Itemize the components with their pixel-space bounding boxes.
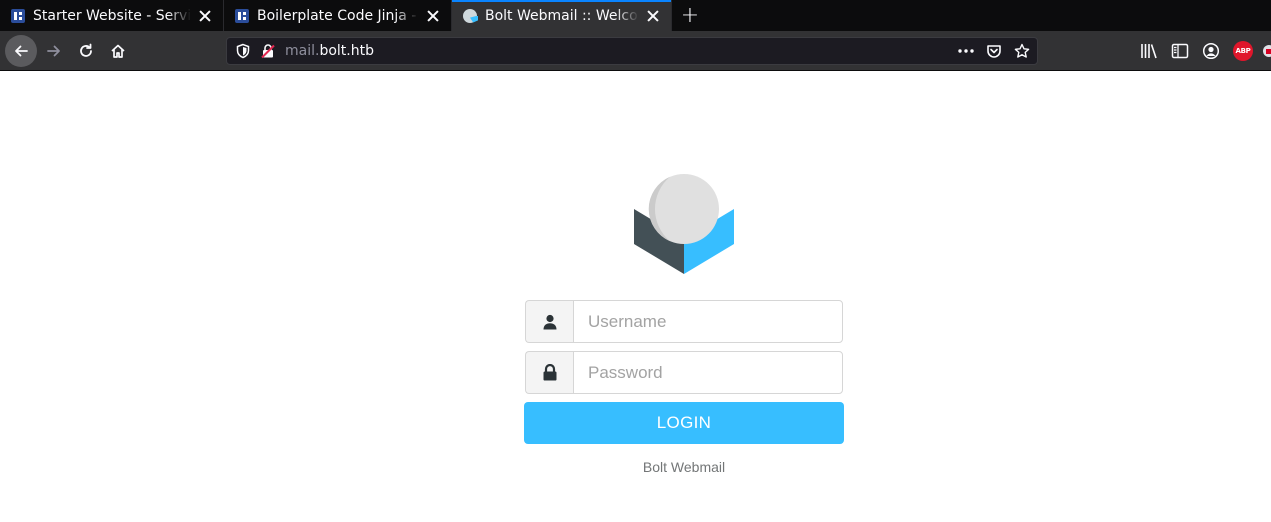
password-input[interactable]: [573, 351, 843, 394]
close-icon[interactable]: [645, 8, 661, 24]
tab-title: Bolt Webmail :: Welcome to Bolt Webmail: [485, 7, 639, 24]
pocket-icon[interactable]: [986, 43, 1002, 59]
close-icon[interactable]: [197, 8, 213, 24]
page-actions-menu-icon[interactable]: [957, 43, 975, 59]
tab-boilerplate-code[interactable]: Boilerplate Code Jinja - Server Side Tem…: [224, 0, 452, 31]
sidebar-icon[interactable]: [1171, 42, 1189, 60]
tab-bolt-webmail[interactable]: Bolt Webmail :: Welcome to Bolt Webmail: [452, 0, 672, 31]
webmail-login-page: LOGIN Bolt Webmail: [0, 72, 1271, 522]
tab-strip: Starter Website - Services Boilerplate C…: [0, 0, 1271, 31]
lock-icon: [543, 364, 556, 381]
insecure-lock-icon[interactable]: [260, 43, 276, 59]
back-arrow-icon: [15, 45, 28, 57]
user-icon: [543, 314, 556, 329]
starter-site-favicon-icon: [235, 8, 249, 23]
url-domain: bolt.htb: [319, 43, 374, 59]
reload-button[interactable]: [70, 35, 102, 67]
url-text[interactable]: mail.bolt.htb: [285, 43, 374, 59]
tracking-protection-shield-icon[interactable]: [235, 43, 251, 59]
close-icon[interactable]: [425, 8, 441, 24]
home-button[interactable]: [102, 35, 134, 67]
username-addon: [525, 300, 573, 343]
forward-button[interactable]: [38, 35, 70, 67]
password-input-group: [525, 351, 843, 394]
url-bar[interactable]: mail.bolt.htb: [226, 37, 1038, 65]
library-icon[interactable]: [1140, 42, 1158, 60]
bookmark-star-icon[interactable]: [1014, 43, 1030, 59]
account-icon[interactable]: [1202, 42, 1220, 60]
back-button[interactable]: [5, 35, 37, 67]
username-input[interactable]: [573, 300, 843, 343]
navigation-toolbar: mail.bolt.htb ABP: [0, 31, 1271, 71]
new-tab-button[interactable]: +: [672, 0, 708, 31]
username-input-group: [525, 300, 843, 343]
tab-starter-website[interactable]: Starter Website - Services: [0, 0, 224, 31]
home-icon: [111, 44, 125, 58]
forward-arrow-icon: [47, 45, 60, 57]
adblock-plus-icon[interactable]: ABP: [1233, 41, 1253, 61]
product-name: Bolt Webmail: [642, 459, 726, 475]
password-addon: [525, 351, 573, 394]
tab-title: Starter Website - Services: [33, 7, 191, 24]
login-button[interactable]: LOGIN: [524, 402, 844, 444]
roundcube-logo-icon: [634, 174, 734, 274]
tab-title: Boilerplate Code Jinja - Server Side Tem…: [257, 7, 419, 24]
roundcube-favicon-icon: [463, 8, 477, 23]
reload-icon: [80, 43, 92, 57]
extension-icon[interactable]: [1262, 42, 1271, 60]
starter-site-favicon-icon: [11, 8, 25, 23]
url-subdomain: mail.: [285, 43, 320, 59]
